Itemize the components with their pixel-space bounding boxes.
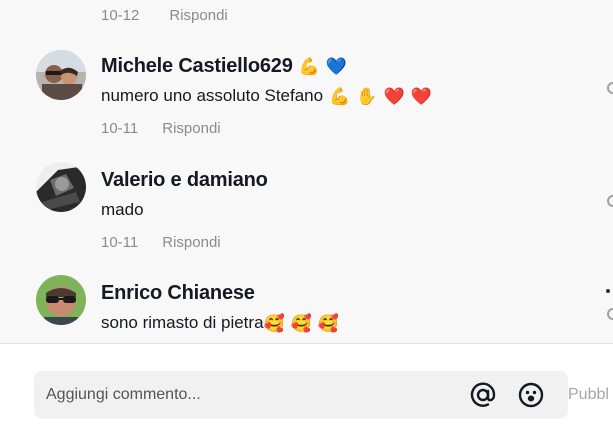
comment-meta: 10-11 Rispondi bbox=[101, 120, 221, 137]
comment-input[interactable]: Aggiungi commento... bbox=[34, 371, 568, 419]
avatar[interactable] bbox=[36, 162, 86, 212]
comment-author[interactable]: Valerio e damiano bbox=[101, 169, 268, 192]
comment-text: sono rimasto di pietra 🥰 🥰 🥰 bbox=[101, 313, 340, 333]
smiling-face-with-hearts-emoji: 🥰 bbox=[290, 313, 312, 333]
comment-meta: 10-12 Rispondi bbox=[101, 7, 228, 24]
avatar[interactable] bbox=[36, 50, 86, 100]
blue-heart-emoji: 💙 bbox=[325, 57, 347, 76]
flexed-biceps-emoji: 💪 bbox=[329, 86, 351, 106]
comment-meta: 10-11 Rispondi bbox=[101, 234, 221, 251]
reply-button[interactable]: Rispondi bbox=[162, 120, 220, 137]
flexed-biceps-emoji: 💪 bbox=[298, 57, 320, 76]
post-button[interactable]: Pubbl bbox=[568, 386, 609, 404]
comment-list: 10-12 Rispondi Michele Castiello629 💪 💙 n… bbox=[0, 0, 613, 343]
comment-text: numero uno assoluto Stefano 💪 ✋ ❤️ ❤️ bbox=[101, 86, 432, 106]
comment-author[interactable]: Enrico Chianese bbox=[101, 282, 255, 305]
avatar[interactable] bbox=[36, 275, 86, 325]
comment-text: mado bbox=[101, 200, 144, 219]
raised-hand-emoji: ✋ bbox=[356, 86, 378, 106]
smiling-face-with-hearts-emoji: 🥰 bbox=[263, 313, 285, 333]
reply-button[interactable]: Rispondi bbox=[169, 7, 227, 24]
more-options-icon[interactable] bbox=[606, 289, 610, 293]
at-sign-icon[interactable] bbox=[470, 382, 496, 408]
comment-date: 10-11 bbox=[101, 234, 139, 251]
like-icon[interactable] bbox=[607, 308, 613, 320]
red-heart-emoji: ❤️ bbox=[383, 86, 405, 106]
like-icon[interactable] bbox=[607, 195, 613, 207]
like-icon[interactable] bbox=[607, 82, 613, 94]
comment-date: 10-11 bbox=[101, 120, 139, 137]
emoji-face-icon[interactable] bbox=[518, 382, 544, 408]
comment-author[interactable]: Michele Castiello629 💪 💙 bbox=[101, 55, 347, 78]
comment-input-placeholder[interactable]: Aggiungi commento... bbox=[46, 386, 201, 404]
comment-composer: Aggiungi commento... Pubbl bbox=[0, 344, 613, 439]
red-heart-emoji: ❤️ bbox=[410, 86, 432, 106]
reply-button[interactable]: Rispondi bbox=[162, 234, 220, 251]
smiling-face-with-hearts-emoji: 🥰 bbox=[317, 313, 340, 333]
comment-date: 10-12 bbox=[101, 7, 140, 24]
